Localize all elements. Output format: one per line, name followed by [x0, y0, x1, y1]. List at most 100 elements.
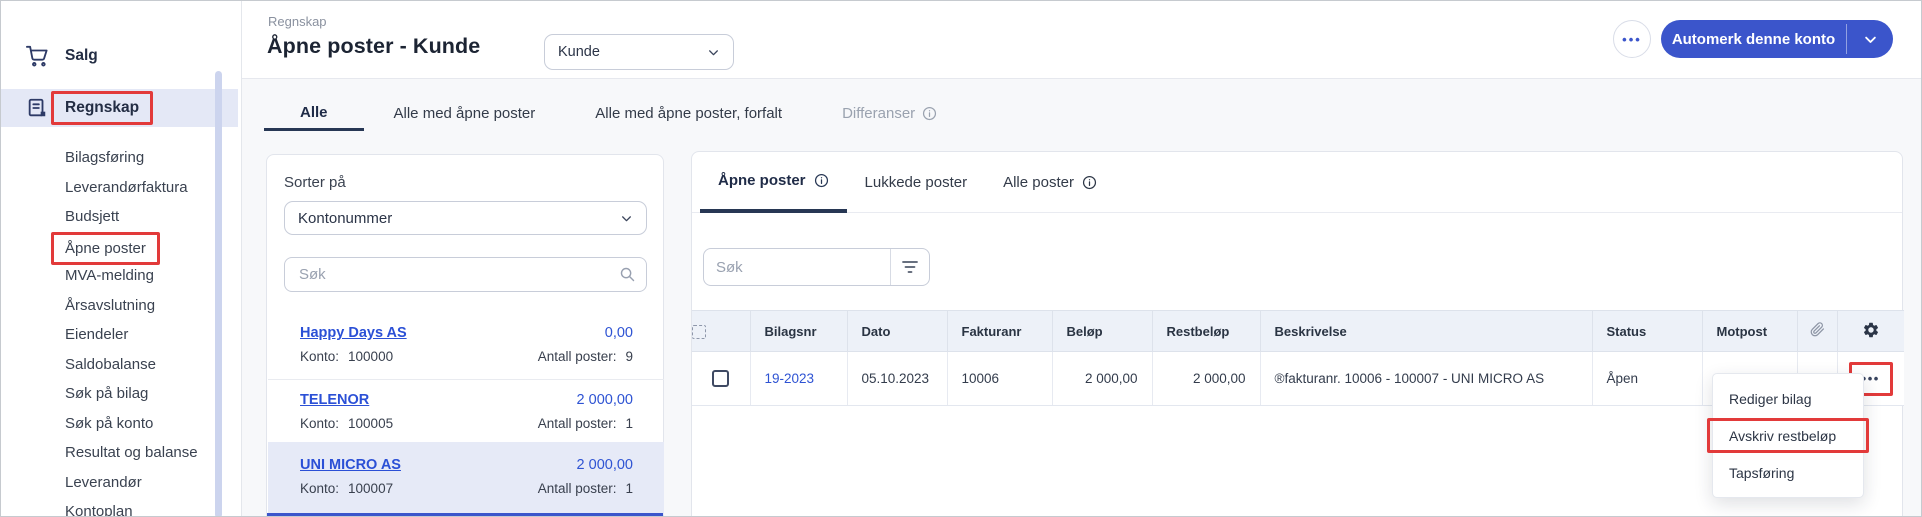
menu-item-avskriv-restbelop[interactable]: Avskriv restbeløp — [1713, 417, 1863, 454]
customer-link[interactable]: TELENOR — [300, 392, 369, 408]
sidebar-item-eiendeler[interactable]: Eiendeler — [1, 320, 241, 350]
table-settings-button[interactable] — [1837, 311, 1904, 352]
tab-alle-med-apne-poster[interactable]: Alle med åpne poster — [364, 96, 566, 131]
chevron-down-icon — [620, 212, 633, 225]
posts-tabs: Åpne poster Lukkede poster Alle poster — [700, 152, 1115, 213]
row-select-cell — [692, 352, 750, 406]
customer-link[interactable]: UNI MICRO AS — [300, 457, 401, 473]
sidebar-item-sok-pa-konto[interactable]: Søk på konto — [1, 409, 241, 439]
entity-select-value: Kunde — [558, 44, 600, 60]
posts-search-group — [703, 248, 930, 286]
sidebar-subnav: Bilagsføring Leverandørfaktura Budsjett … — [1, 143, 241, 517]
customer-link[interactable]: Happy Days AS — [300, 325, 407, 341]
sidebar-item-arsavslutning[interactable]: Årsavslutning — [1, 291, 241, 321]
tab-alle-poster[interactable]: Alle poster — [985, 152, 1115, 213]
info-icon — [814, 173, 829, 188]
sidebar-item-leverandorfaktura[interactable]: Leverandørfaktura — [1, 173, 241, 203]
sidebar-item-salg[interactable]: Salg — [1, 37, 238, 75]
customer-account: Konto:100000 — [300, 349, 393, 364]
customer-list-panel: Sorter på Kontonummer Happy Days AS 0,00… — [266, 154, 664, 517]
gear-icon — [1862, 321, 1880, 339]
customer-search — [284, 257, 647, 292]
sidebar-item-kontoplan[interactable]: Kontoplan — [1, 497, 241, 517]
sidebar-item-label: Regnskap — [65, 99, 139, 116]
info-icon — [1082, 175, 1097, 190]
row-menu-button[interactable]: ••• — [1862, 371, 1880, 386]
sidebar: Salg Regnskap Bilagsføring Leverandørfak… — [1, 1, 242, 517]
col-beskrivelse[interactable]: Beskrivelse — [1260, 311, 1592, 352]
more-options-button[interactable]: ••• — [1613, 20, 1651, 58]
belop-cell: 2 000,00 — [1052, 352, 1152, 406]
search-icon — [619, 266, 636, 288]
col-bilagsnr[interactable]: Bilagsnr — [750, 311, 847, 352]
col-belop[interactable]: Beløp — [1052, 311, 1152, 352]
sidebar-item-sok-pa-bilag[interactable]: Søk på bilag — [1, 379, 241, 409]
sidebar-item-saldobalanse[interactable]: Saldobalanse — [1, 350, 241, 380]
sidebar-item-resultat-og-balanse[interactable]: Resultat og balanse — [1, 438, 241, 468]
sidebar-item-regnskap[interactable]: Regnskap — [1, 89, 238, 127]
info-icon — [922, 106, 937, 121]
col-dato[interactable]: Dato — [847, 311, 947, 352]
select-all-icon — [692, 325, 706, 339]
customer-posts: Antall poster:1 — [538, 481, 633, 496]
ellipsis-icon: ••• — [1622, 32, 1642, 47]
sort-select[interactable]: Kontonummer — [284, 201, 647, 235]
customer-posts: Antall poster:1 — [538, 416, 633, 431]
customer-list-item[interactable]: TELENOR 2 000,00 Konto:100005 Antall pos… — [268, 380, 664, 442]
status-cell: Åpen — [1592, 352, 1702, 406]
menu-item-tapsforing[interactable]: Tapsføring — [1713, 454, 1863, 491]
list-scroll-indicator — [267, 513, 663, 517]
sidebar-item-label: Salg — [65, 47, 98, 65]
filter-icon — [902, 260, 918, 274]
customer-list-item-selected[interactable]: UNI MICRO AS 2 000,00 Konto:100007 Antal… — [268, 442, 664, 515]
col-restbelop[interactable]: Restbeløp — [1152, 311, 1260, 352]
customer-amount: 2 000,00 — [577, 392, 633, 408]
chevron-down-icon — [707, 46, 720, 59]
automerk-button-label[interactable]: Automerk denne konto — [1661, 20, 1846, 58]
sort-label: Sorter på — [284, 174, 346, 191]
customer-list-item[interactable]: Happy Days AS 0,00 Konto:100000 Antall p… — [268, 313, 664, 380]
sidebar-item-bilagsforing[interactable]: Bilagsføring — [1, 143, 241, 173]
automerk-split-button[interactable]: Automerk denne konto — [1661, 20, 1893, 58]
customer-amount: 0,00 — [605, 325, 633, 341]
restbelop-cell: 2 000,00 — [1152, 352, 1260, 406]
tab-alle[interactable]: Alle — [264, 96, 364, 131]
sidebar-scrollbar[interactable] — [215, 71, 222, 517]
page-title: Åpne poster - Kunde — [267, 34, 480, 59]
sidebar-item-leverandor[interactable]: Leverandør — [1, 468, 241, 498]
paperclip-icon — [1810, 322, 1825, 337]
sidebar-item-budsjett[interactable]: Budsjett — [1, 202, 241, 232]
chevron-down-icon[interactable] — [1847, 20, 1893, 58]
cart-icon — [25, 44, 49, 68]
col-fakturanr[interactable]: Fakturanr — [947, 311, 1052, 352]
entity-select[interactable]: Kunde — [544, 34, 734, 70]
posts-search-input[interactable] — [704, 249, 890, 285]
bilagsnr-link[interactable]: 19-2023 — [765, 371, 815, 386]
table-header-row: Bilagsnr Dato Fakturanr Beløp Restbeløp … — [692, 311, 1904, 352]
annotation-box-regnskap: Regnskap — [65, 91, 153, 125]
customer-amount: 2 000,00 — [577, 457, 633, 473]
fakturanr-cell: 10006 — [947, 352, 1052, 406]
select-all-header[interactable] — [692, 311, 750, 352]
col-motpost[interactable]: Motpost — [1702, 311, 1797, 352]
sidebar-item-mva-melding[interactable]: MVA-melding — [1, 261, 241, 291]
filter-button[interactable] — [890, 249, 929, 285]
dato-cell: 05.10.2023 — [847, 352, 947, 406]
customer-posts: Antall poster:9 — [538, 349, 633, 364]
annotation-box-apne-poster: Åpne poster — [51, 232, 160, 265]
sidebar-item-apne-poster[interactable]: Åpne poster — [1, 232, 241, 262]
sort-select-value: Kontonummer — [298, 210, 392, 227]
tab-differanser[interactable]: Differanser — [812, 96, 967, 131]
col-status[interactable]: Status — [1592, 311, 1702, 352]
ledger-icon — [25, 96, 49, 120]
tab-lukkede-poster[interactable]: Lukkede poster — [847, 152, 986, 213]
row-context-menu: Rediger bilag Avskriv restbeløp Tapsføri… — [1712, 373, 1864, 498]
col-attachments[interactable] — [1797, 311, 1837, 352]
app-window: Salg Regnskap Bilagsføring Leverandørfak… — [0, 0, 1922, 517]
tab-apne-poster[interactable]: Åpne poster — [700, 152, 847, 213]
customer-account: Konto:100007 — [300, 481, 393, 496]
tab-alle-med-apne-poster-forfalt[interactable]: Alle med åpne poster, forfalt — [565, 96, 812, 131]
customer-search-input[interactable] — [284, 257, 647, 292]
menu-item-rediger-bilag[interactable]: Rediger bilag — [1713, 380, 1863, 417]
row-checkbox[interactable] — [712, 370, 729, 387]
